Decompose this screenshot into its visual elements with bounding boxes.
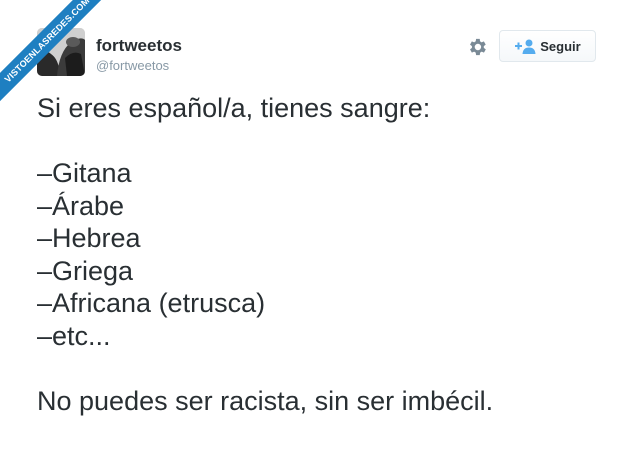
tweet-line	[37, 125, 597, 158]
tweet-line: Si eres español/a, tienes sangre:	[37, 93, 431, 123]
tweet-text: Si eres español/a, tienes sangre: –Gitan…	[37, 92, 597, 417]
author-handle[interactable]: @fortweetos	[96, 58, 169, 73]
tweet-line: –Africana (etrusca)	[37, 288, 266, 318]
tweet-line: No puedes ser racista, sin ser imbécil.	[37, 385, 494, 416]
tweet-card: VISTOENLASREDES.COM fortweetos @fortweet…	[0, 0, 627, 451]
follow-button-label: Seguir	[540, 38, 581, 54]
tweet-line: –Gitana	[37, 158, 132, 188]
tweet-line	[37, 352, 597, 385]
author-name[interactable]: fortweetos	[96, 36, 182, 56]
add-user-icon	[515, 39, 536, 54]
tweet-line: –Árabe	[37, 190, 125, 221]
tweet-line: –Griega	[37, 255, 134, 286]
tweet-line: –etc...	[37, 320, 111, 351]
gear-icon[interactable]	[466, 36, 488, 58]
follow-button[interactable]: Seguir	[499, 30, 596, 62]
tweet-line: –Hebrea	[37, 223, 141, 253]
